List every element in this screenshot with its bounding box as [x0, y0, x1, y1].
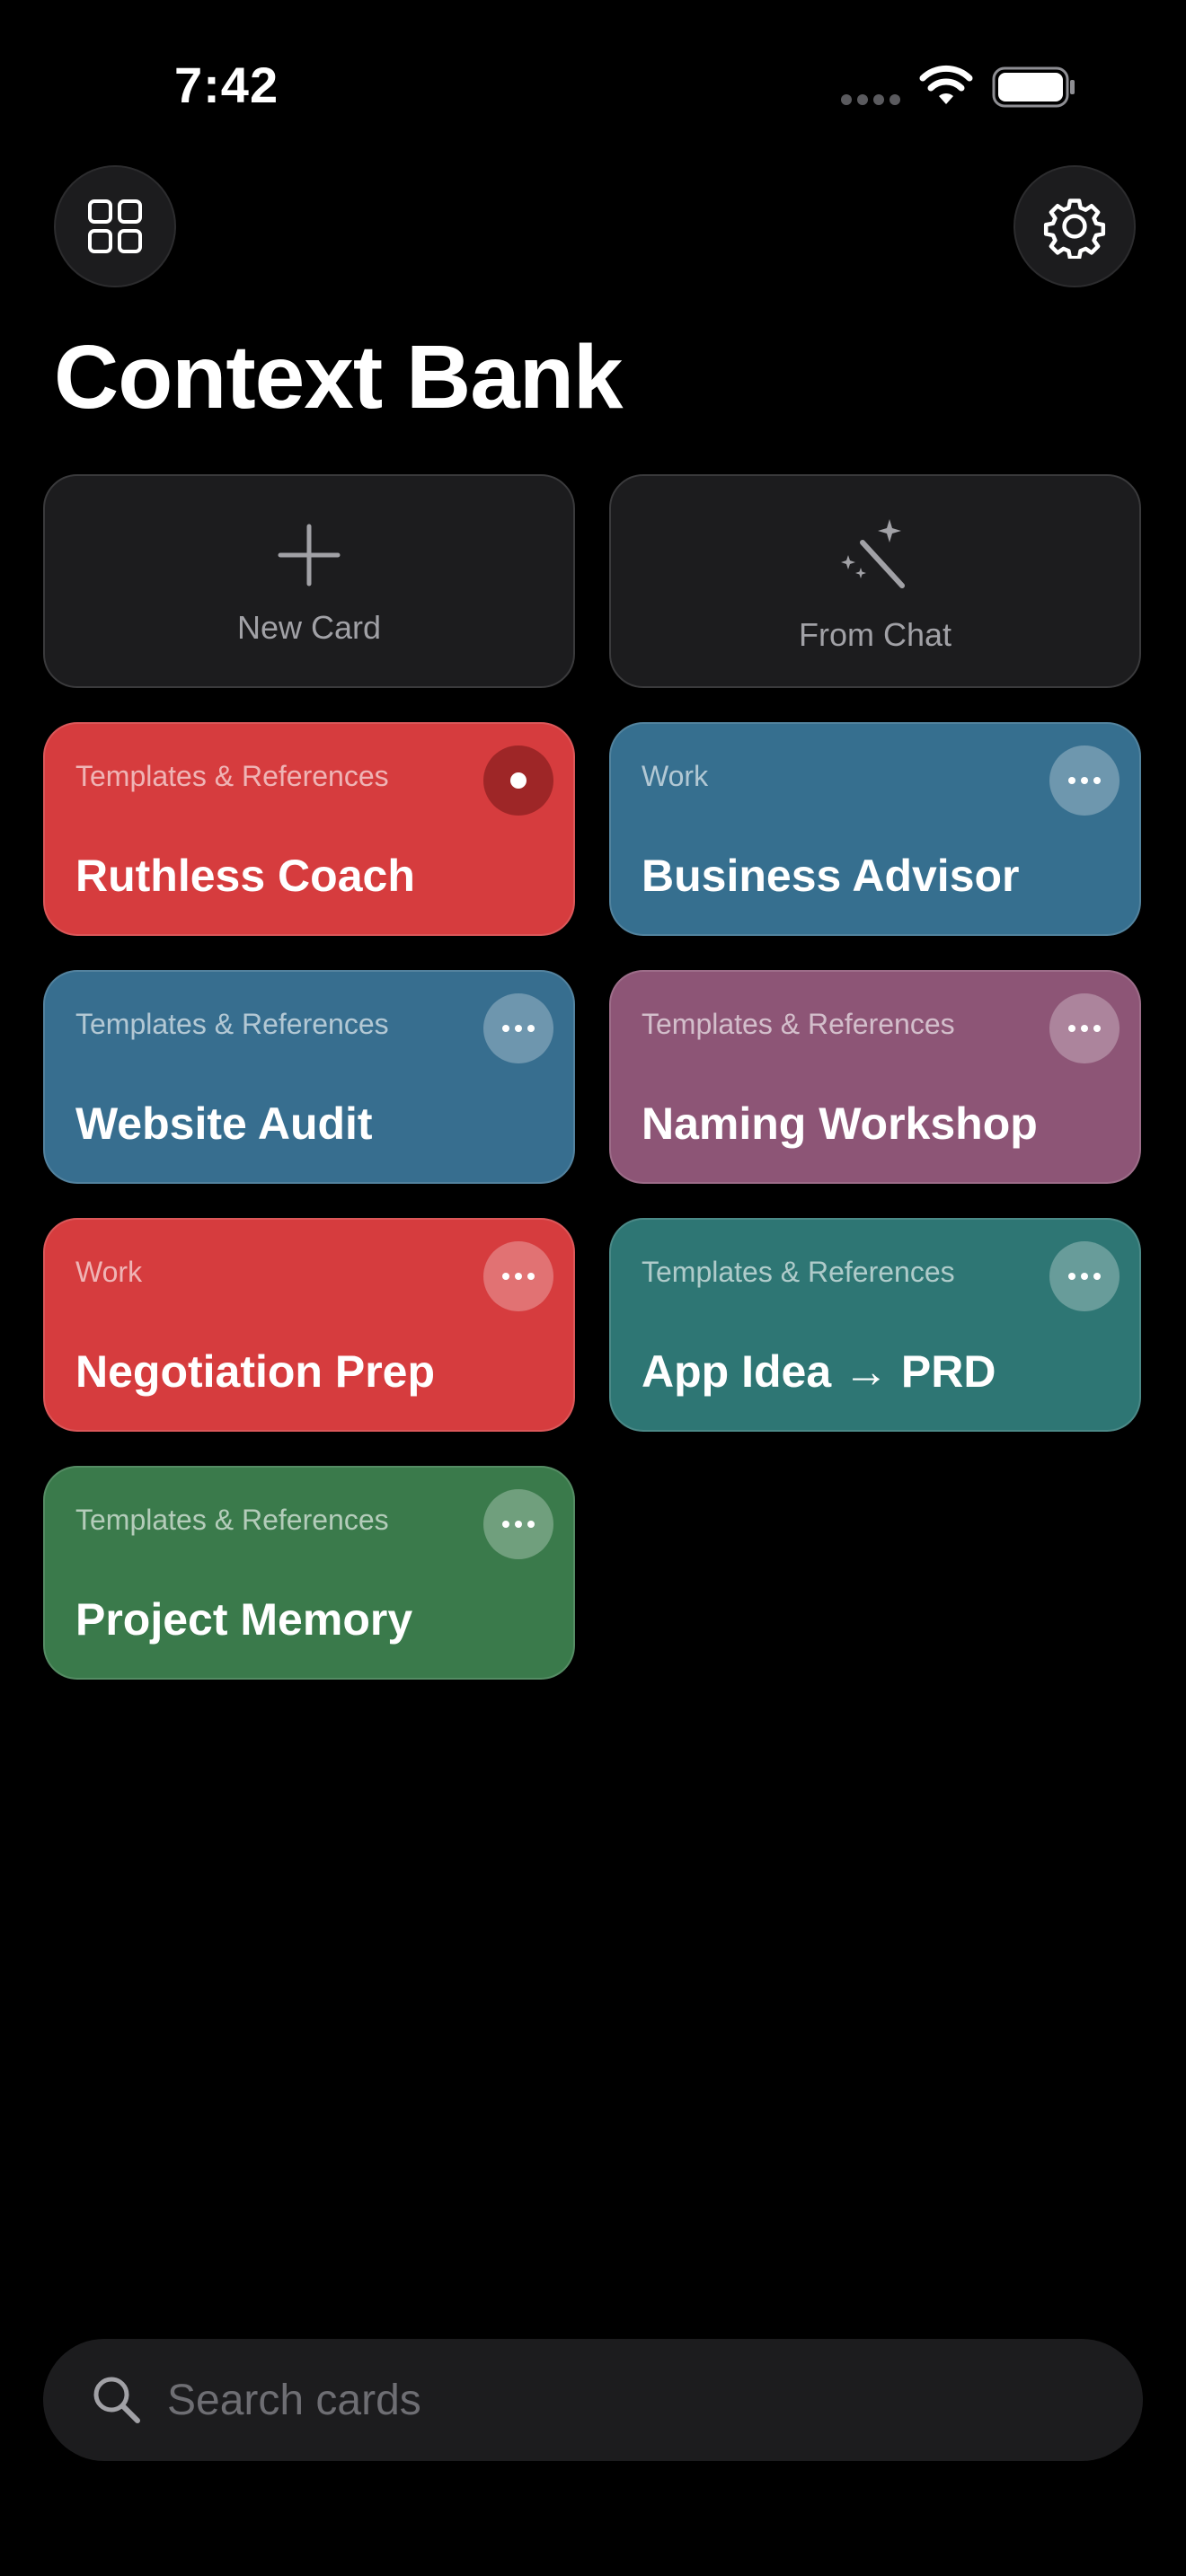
magic-wand-icon — [841, 519, 905, 588]
card-category: Work — [642, 760, 709, 792]
search-bar[interactable] — [43, 2339, 1143, 2461]
card-menu-button[interactable] — [483, 1489, 553, 1559]
card-title: Website Audit — [75, 1098, 373, 1149]
grid-view-button[interactable] — [54, 165, 176, 287]
card-category: Templates & References — [75, 1008, 389, 1040]
record-dot-icon — [510, 772, 527, 789]
card-naming-workshop[interactable]: Templates & References Naming Workshop — [609, 970, 1141, 1184]
card-title: Project Memory — [75, 1594, 413, 1645]
settings-button[interactable] — [1013, 165, 1136, 287]
card-category: Templates & References — [642, 1256, 955, 1288]
card-menu-button[interactable] — [483, 993, 553, 1063]
card-menu-button[interactable] — [483, 1241, 553, 1311]
card-category: Work — [75, 1256, 143, 1288]
card-title: Ruthless Coach — [75, 851, 415, 901]
grid-icon — [88, 199, 142, 253]
card-title: Business Advisor — [642, 851, 1020, 901]
card-category: Templates & References — [75, 1504, 389, 1536]
search-icon — [93, 2377, 140, 2423]
card-negotiation-prep[interactable]: Work Negotiation Prep — [43, 1218, 575, 1432]
ellipsis-icon — [1068, 1025, 1101, 1032]
ellipsis-icon — [1068, 1273, 1101, 1280]
card-title: Naming Workshop — [642, 1098, 1038, 1149]
card-menu-button[interactable] — [1049, 993, 1120, 1063]
card-title: App Idea → PRD — [642, 1346, 996, 1397]
plus-icon — [278, 524, 341, 587]
page-title: Context Bank — [54, 327, 624, 428]
status-bar: 7:42 — [0, 0, 1186, 171]
cellular-signal-icon — [841, 94, 900, 105]
card-menu-button[interactable] — [1049, 1241, 1120, 1311]
gear-icon — [1043, 198, 1106, 259]
card-title: Negotiation Prep — [75, 1346, 436, 1397]
card-website-audit[interactable]: Templates & References Website Audit — [43, 970, 575, 1184]
card-ruthless-coach[interactable]: Templates & References Ruthless Coach — [43, 722, 575, 936]
new-card-label: New Card — [236, 609, 382, 646]
ellipsis-icon — [502, 1521, 535, 1528]
ellipsis-icon — [502, 1273, 535, 1280]
new-card-button[interactable]: New Card — [43, 474, 575, 688]
card-category: Templates & References — [75, 760, 389, 792]
card-business-advisor[interactable]: Work Business Advisor — [609, 722, 1141, 936]
card-category: Templates & References — [642, 1008, 955, 1040]
card-app-idea-prd[interactable]: Templates & References App Idea → PRD — [609, 1218, 1141, 1432]
status-time: 7:42 — [174, 57, 279, 113]
ellipsis-icon — [1068, 777, 1101, 784]
search-input[interactable] — [167, 2339, 1102, 2461]
wifi-icon — [919, 65, 973, 104]
card-menu-button[interactable] — [1049, 745, 1120, 816]
battery-icon — [992, 66, 1075, 108]
card-menu-button[interactable] — [483, 745, 553, 816]
card-project-memory[interactable]: Templates & References Project Memory — [43, 1466, 575, 1680]
ellipsis-icon — [502, 1025, 535, 1032]
from-chat-label: From Chat — [798, 616, 952, 653]
from-chat-button[interactable]: From Chat — [609, 474, 1141, 688]
